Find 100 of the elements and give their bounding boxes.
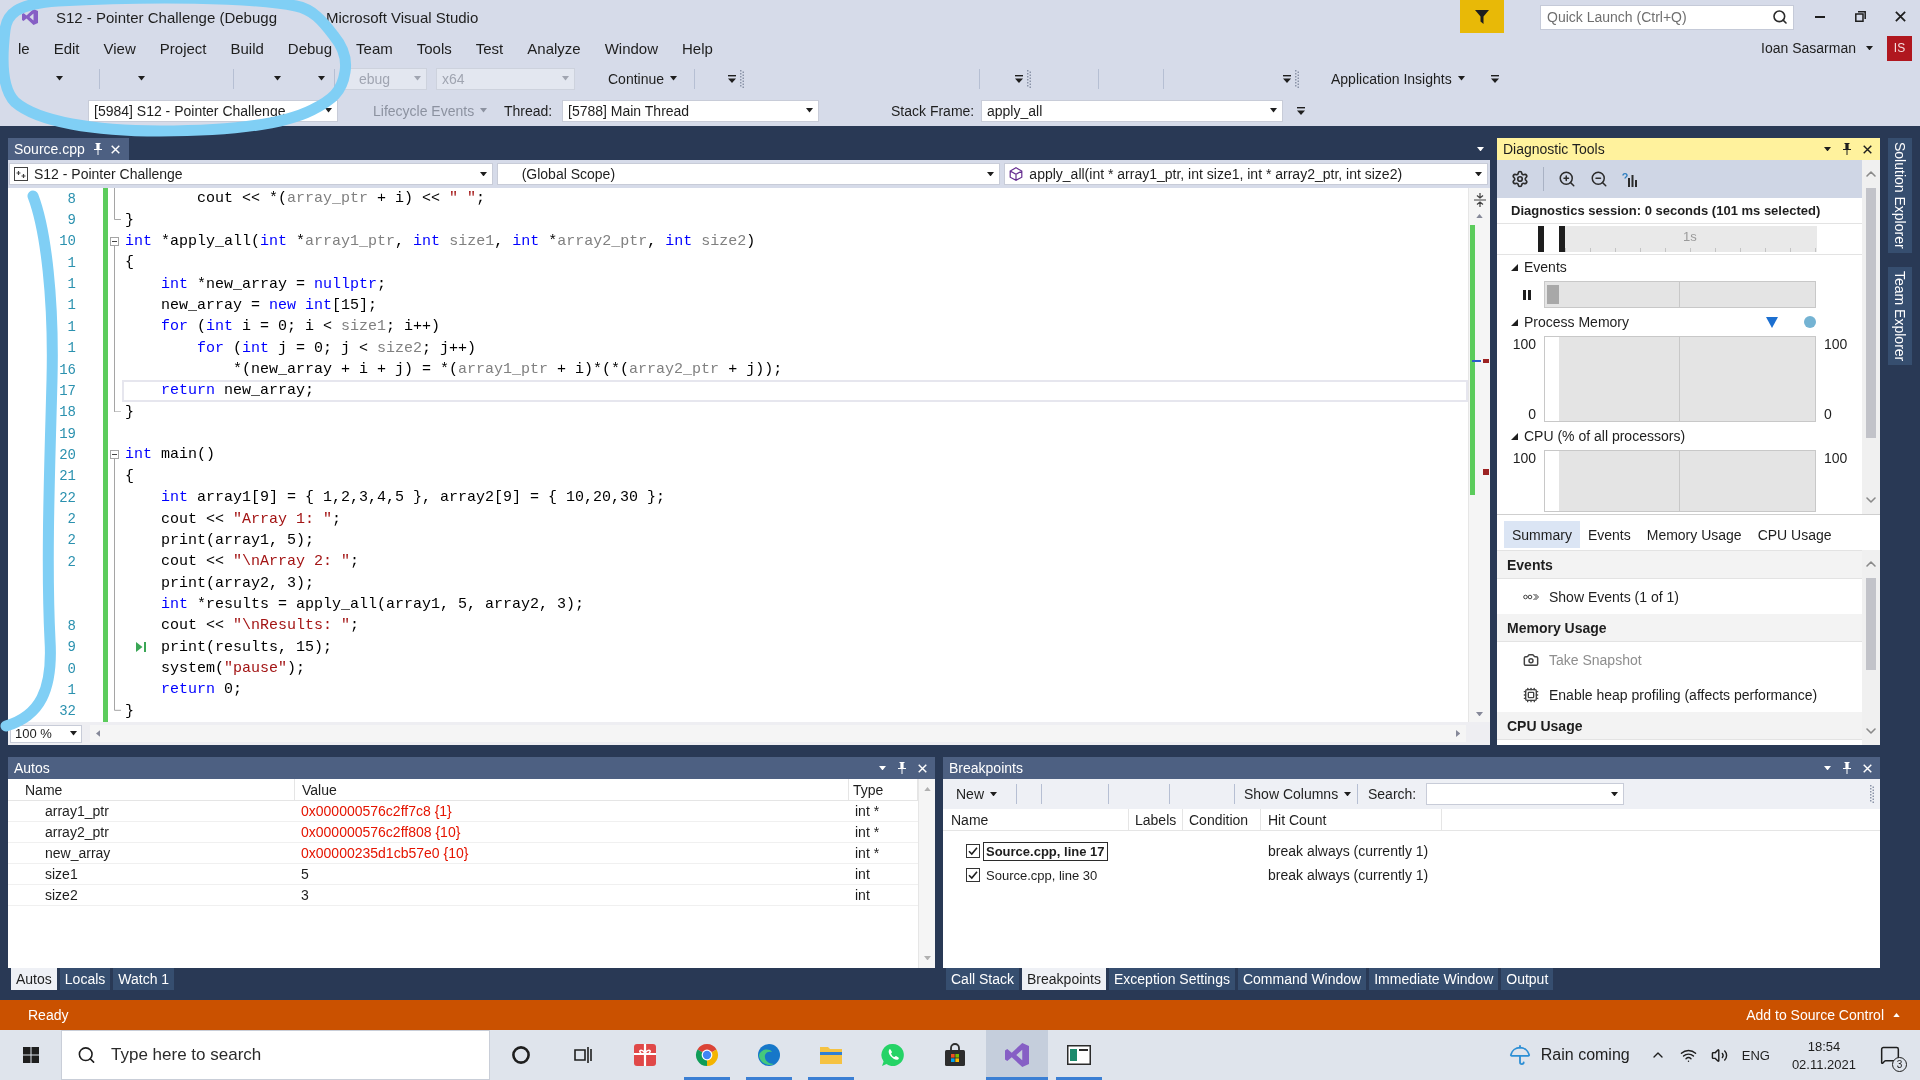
scrollbar-thumb[interactable] xyxy=(1866,578,1876,670)
session-summary: Diagnostics session: 0 seconds (101 ms selected) xyxy=(1497,198,1862,224)
clock-time[interactable]: 18:54 xyxy=(1807,1038,1841,1054)
breakpoint-name[interactable]: Source.cpp, line 17 xyxy=(983,841,1108,861)
overflow-icon[interactable] xyxy=(1015,74,1023,83)
menu-item[interactable]: Debug xyxy=(275,37,345,59)
side-tab[interactable]: Solution Explorer xyxy=(1888,138,1912,253)
close-icon[interactable] xyxy=(1863,144,1872,154)
caret-icon[interactable] xyxy=(879,765,886,771)
run-to-cursor-icon[interactable] xyxy=(136,642,146,653)
caret-icon[interactable] xyxy=(274,76,281,81)
code-line: int *new_array = nullptr; xyxy=(161,275,387,293)
settings-icon[interactable] xyxy=(1511,170,1529,188)
expander-icon[interactable] xyxy=(1511,432,1518,440)
line-number: 1 xyxy=(67,297,76,314)
pause-icon[interactable] xyxy=(1523,289,1531,300)
breakpoint-name[interactable]: Source.cpp, line 30 xyxy=(983,865,1101,885)
caret-icon[interactable] xyxy=(1824,765,1831,771)
menu-item[interactable]: le xyxy=(6,37,42,59)
vertical-scrollbar[interactable] xyxy=(1862,160,1880,514)
panel-tab[interactable]: Command Window xyxy=(1237,968,1367,990)
vertical-scrollbar[interactable] xyxy=(1862,550,1880,745)
language-indicator[interactable]: ENG xyxy=(1741,1047,1770,1063)
quick-launch-field[interactable]: Quick Launch (Ctrl+Q) xyxy=(1540,4,1794,30)
scrollbar-thumb[interactable] xyxy=(1866,188,1876,438)
panel-tab[interactable]: Immediate Window xyxy=(1369,968,1499,990)
caret-icon xyxy=(1344,791,1352,797)
thread-dropdown[interactable]: [5788] Main Thread xyxy=(562,99,819,122)
range-handle[interactable] xyxy=(1559,226,1565,252)
panel-tab[interactable]: Events xyxy=(1579,521,1639,548)
menu-item[interactable]: Team xyxy=(344,37,405,59)
vertical-scrollbar[interactable] xyxy=(1468,188,1490,722)
panel-tab[interactable]: Memory Usage xyxy=(1638,521,1750,548)
expander-icon[interactable] xyxy=(1511,318,1518,326)
user-avatar: IS xyxy=(1887,35,1912,61)
menu-item[interactable]: Project xyxy=(147,37,219,59)
variable-value: 0x000000576c2ff808 {10} xyxy=(301,824,461,840)
menu-item[interactable]: Analyze xyxy=(515,37,593,59)
show-columns-button[interactable]: Show Columns xyxy=(1239,782,1357,806)
continue-button[interactable]: Continue xyxy=(603,66,683,91)
menu-item[interactable]: Help xyxy=(670,37,725,59)
application-insights-button[interactable]: Application Insights xyxy=(1326,66,1470,91)
panel-tab[interactable]: Autos xyxy=(11,968,57,990)
pin-icon[interactable] xyxy=(898,762,906,774)
menu-item[interactable]: Window xyxy=(592,37,670,59)
panel-tab[interactable]: Summary xyxy=(1504,521,1580,548)
zoom-in-icon[interactable] xyxy=(1558,170,1576,188)
collapse-toggle[interactable] xyxy=(110,450,119,460)
overflow-icon[interactable] xyxy=(728,74,736,83)
panel-tab[interactable]: Watch 1 xyxy=(113,968,175,990)
split-icon[interactable] xyxy=(1473,193,1486,207)
section-link[interactable]: Enable heap profiling (affects performance) xyxy=(1497,677,1862,712)
source-control-button[interactable]: Add to Source Control xyxy=(1746,1007,1900,1023)
project-dropdown[interactable]: S12 - Pointer Challenge xyxy=(9,163,493,185)
side-tab[interactable]: Team Explorer xyxy=(1888,266,1912,365)
caret-icon[interactable] xyxy=(1824,146,1831,152)
filter-button[interactable] xyxy=(1460,0,1504,33)
caret-icon[interactable] xyxy=(56,76,63,81)
overflow-icon[interactable] xyxy=(1283,74,1291,83)
panel-tab[interactable]: Call Stack xyxy=(946,968,1020,990)
account-menu[interactable]: Ioan Sasarman xyxy=(1757,36,1877,60)
search-field[interactable] xyxy=(1426,783,1624,805)
menu-item[interactable]: View xyxy=(91,37,148,59)
search-icon[interactable] xyxy=(1772,9,1788,25)
zoom-dropdown[interactable]: 100 % xyxy=(10,724,82,743)
menu-item[interactable]: Test xyxy=(463,37,516,59)
menu-item[interactable]: Tools xyxy=(404,37,464,59)
panel-tab[interactable]: Breakpoints xyxy=(1022,968,1106,990)
volume-icon[interactable] xyxy=(1710,1046,1728,1064)
overflow-icon[interactable] xyxy=(1491,74,1499,83)
pin-icon[interactable] xyxy=(1843,762,1851,774)
caret-icon[interactable] xyxy=(318,76,325,81)
clock-date[interactable]: 02.11.2021 xyxy=(1791,1056,1856,1072)
pin-icon[interactable] xyxy=(1843,143,1851,155)
weather-button[interactable]: Rain coming xyxy=(1508,1044,1630,1066)
pin-icon[interactable] xyxy=(93,143,102,155)
bar-chart-icon[interactable] xyxy=(1622,171,1638,187)
menu-item[interactable]: Build xyxy=(218,37,276,59)
section-link[interactable]: Show Events (1 of 1) xyxy=(1497,579,1862,614)
collapse-toggle[interactable] xyxy=(110,236,119,246)
range-handle[interactable] xyxy=(1538,226,1544,252)
document-tab[interactable]: Source.cpp xyxy=(8,138,129,160)
checkbox[interactable] xyxy=(966,868,980,882)
menu-item[interactable]: Edit xyxy=(41,37,92,59)
panel-tab[interactable]: CPU Usage xyxy=(1749,521,1840,548)
caret-icon[interactable] xyxy=(138,76,145,81)
expander-icon[interactable] xyxy=(1511,263,1518,271)
stack-frame-dropdown[interactable]: apply_all xyxy=(981,99,1283,122)
panel-tab[interactable]: Exception Settings xyxy=(1108,968,1235,990)
member-dropdown[interactable]: apply_all(int * array1_ptr, int size1, int * array2_ptr, int size2) xyxy=(1004,163,1488,185)
scope-dropdown[interactable]: (Global Scope) xyxy=(496,163,1001,185)
taskbar-search-field[interactable]: Type here to search xyxy=(61,1030,490,1080)
overflow-icon[interactable] xyxy=(1297,106,1305,115)
panel-tab[interactable]: Output xyxy=(1501,968,1554,990)
caret-icon[interactable] xyxy=(1477,146,1484,152)
close-icon[interactable] xyxy=(1894,11,1906,22)
panel-tab[interactable]: Locals xyxy=(59,968,111,990)
new-button[interactable]: New xyxy=(951,782,1002,806)
zoom-out-icon[interactable] xyxy=(1590,170,1608,188)
checkbox[interactable] xyxy=(966,844,980,858)
